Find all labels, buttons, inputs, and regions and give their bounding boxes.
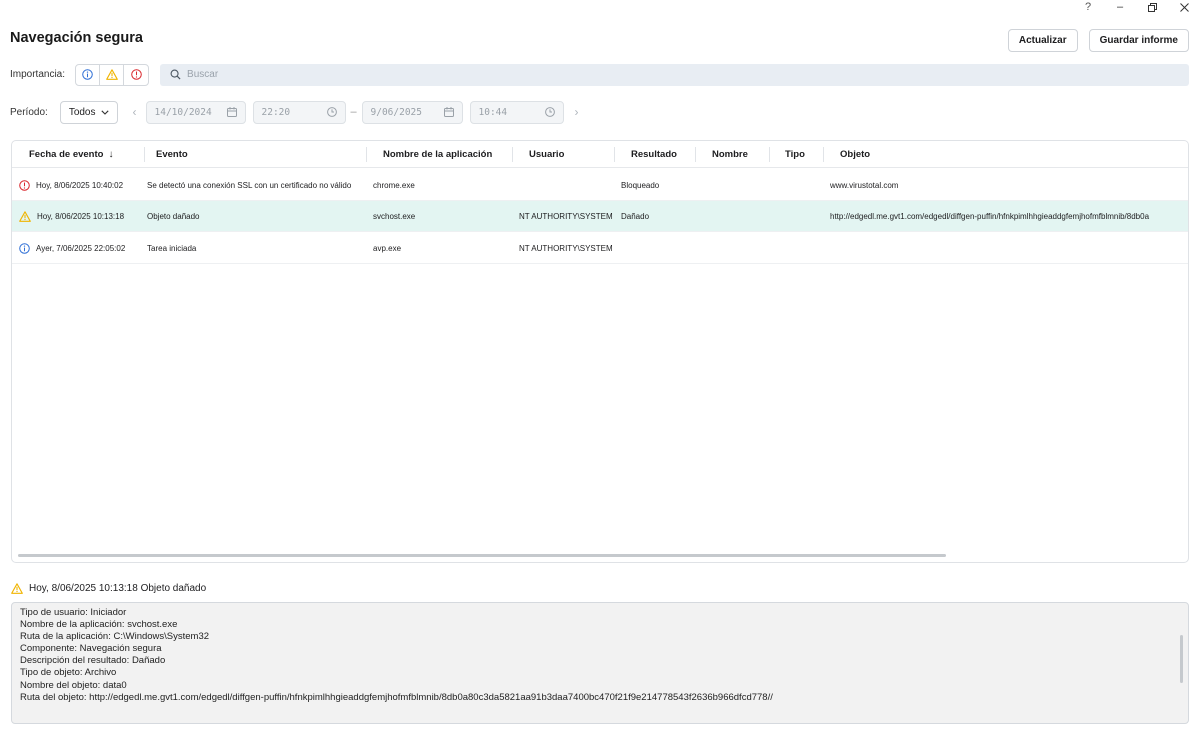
importance-label: Importancia: [10,69,66,80]
period-prev-button[interactable]: ‹ [126,105,144,119]
clock-icon [544,107,555,117]
events-table: Fecha de evento ↓ Evento Nombre de la ap… [11,140,1189,563]
detail-line: Ruta del objeto: http://edgedl.me.gvt1.c… [20,691,773,703]
critical-icon [19,180,30,191]
time-to-value: 10:44 [478,106,508,118]
minimize-icon: – [1116,1,1124,13]
cell-application: chrome.exe [373,181,415,190]
restore-icon [1147,2,1157,12]
column-header-type[interactable]: Tipo [785,141,805,168]
cell-result: Bloqueado [621,181,660,190]
column-header-event[interactable]: Evento [156,141,188,168]
importance-warning-toggle[interactable] [100,64,125,85]
clock-icon [326,107,337,117]
critical-icon [130,69,142,80]
cell-event: Se detectó una conexión SSL con un certi… [147,181,352,190]
info-icon [19,243,30,254]
warning-icon [11,583,23,594]
range-separator: – [350,106,357,118]
cell-application: svchost.exe [373,212,416,221]
time-from-value: 22:20 [261,106,291,118]
cell-date: Hoy, 8/06/2025 10:13:18 [19,201,124,232]
table-row[interactable]: Hoy, 8/06/2025 10:40:02 Se detectó una c… [12,170,1188,201]
minimize-button[interactable]: – [1104,0,1136,14]
column-divider [823,147,824,162]
close-button[interactable] [1168,0,1200,14]
close-icon [1179,2,1189,12]
search-icon [170,69,181,80]
restore-button[interactable] [1136,0,1168,14]
period-select[interactable]: Todos [59,100,118,124]
detail-line: Tipo de objeto: Archivo [20,667,117,679]
importance-info-toggle[interactable] [76,64,101,85]
importance-filter-row: Importancia: [10,63,1189,86]
column-header-name[interactable]: Nombre [712,141,748,168]
top-toolbar: Actualizar Guardar informe [1007,29,1189,52]
date-from-field[interactable]: 14/10/2024 [145,100,246,124]
cell-event: Objeto dañado [147,212,200,221]
cell-user: NT AUTHORITY\SYSTEM [519,212,613,221]
details-title: Hoy, 8/06/2025 10:13:18 Objeto dañado [29,583,207,594]
window-controls: ? – [1072,0,1200,14]
period-filter-row: Período: Todos ‹ 14/10/2024 22:20 – 9/06… [10,100,586,124]
time-from-field[interactable]: 22:20 [252,100,346,124]
help-icon: ? [1084,1,1092,13]
page-title: Navegación segura [10,30,143,46]
column-header-user[interactable]: Usuario [529,141,564,168]
column-header-object[interactable]: Objeto [840,141,870,168]
column-divider [695,147,696,162]
date-to-field[interactable]: 9/06/2025 [361,100,463,124]
table-row-selected[interactable]: Hoy, 8/06/2025 10:13:18 Objeto dañado sv… [12,201,1188,232]
column-header-date[interactable]: Fecha de evento ↓ [29,141,113,168]
cell-object: http://edgedl.me.gvt1.com/edgedl/diffgen… [830,212,1150,221]
cell-date: Ayer, 7/06/2025 22:05:02 [19,233,125,264]
refresh-button[interactable]: Actualizar [1007,29,1078,52]
table-row[interactable]: Ayer, 7/06/2025 22:05:02 Tarea iniciada … [12,233,1188,264]
warning-icon [19,211,31,222]
chevron-down-icon [100,109,109,115]
date-to-value: 9/06/2025 [370,106,422,118]
column-divider [144,147,145,162]
save-report-button[interactable]: Guardar informe [1088,29,1189,52]
period-select-value: Todos [68,106,96,118]
importance-toggle-group [75,63,150,86]
cell-user: NT AUTHORITY\SYSTEM [519,244,613,253]
calendar-icon [226,107,237,117]
detail-line: Tipo de usuario: Iniciador [20,607,127,618]
help-button[interactable]: ? [1072,0,1104,14]
cell-result: Dañado [621,212,650,221]
time-to-field[interactable]: 10:44 [469,100,564,124]
details-header: Hoy, 8/06/2025 10:13:18 Objeto dañado [11,583,206,594]
period-next-button[interactable]: › [568,105,586,119]
info-icon [82,69,93,80]
vertical-scrollbar[interactable] [1180,635,1183,683]
cell-event: Tarea iniciada [147,244,197,253]
column-divider [512,147,513,162]
column-divider [769,147,770,162]
detail-line: Nombre de la aplicación: svchost.exe [20,619,178,631]
column-divider [366,147,367,162]
calendar-icon [443,107,454,117]
importance-critical-toggle[interactable] [124,65,148,85]
details-panel[interactable]: Tipo de usuario: Iniciador Nombre de la … [11,602,1189,724]
date-from-value: 14/10/2024 [154,106,212,118]
sort-descending-icon: ↓ [108,149,114,160]
column-header-application[interactable]: Nombre de la aplicación [383,141,492,168]
column-header-result[interactable]: Resultado [631,141,677,168]
warning-icon [105,69,118,80]
search-box[interactable] [160,63,1189,86]
column-divider [614,147,615,162]
cell-application: avp.exe [373,244,402,253]
period-label: Período: [10,106,48,118]
detail-line: Nombre del objeto: data0 [20,679,127,691]
horizontal-scrollbar[interactable] [18,554,946,557]
detail-line: Componente: Navegación segura [20,643,162,655]
cell-object: www.virustotal.com [830,181,899,190]
search-input[interactable] [187,69,488,80]
detail-line: Descripción del resultado: Dañado [20,655,166,667]
table-header: Fecha de evento ↓ Evento Nombre de la ap… [12,141,1188,168]
cell-date: Hoy, 8/06/2025 10:40:02 [19,170,123,201]
detail-line: Ruta de la aplicación: C:\Windows\System… [20,631,210,643]
